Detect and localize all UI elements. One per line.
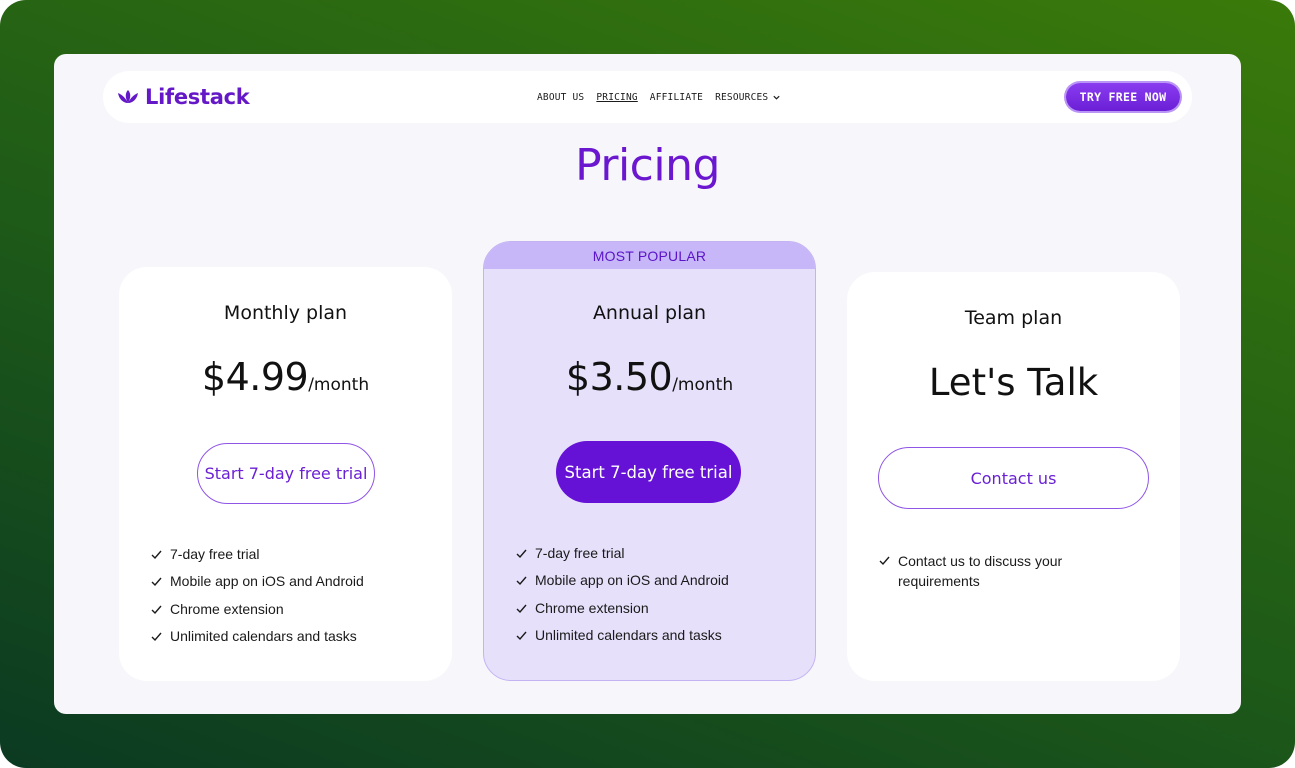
feature-text: Unlimited calendars and tasks (170, 627, 357, 644)
feature-text: Chrome extension (170, 600, 284, 617)
nav-link-resources-label: RESOURCES (715, 91, 769, 103)
feature-list: 7-day free trial Mobile app on iOS and A… (151, 546, 364, 655)
feature-text: Contact us to discuss your requirements (898, 553, 1063, 589)
logo[interactable]: Lifestack (117, 83, 250, 111)
most-popular-badge: MOST POPULAR (484, 242, 815, 269)
plan-card-monthly: Monthly plan $4.99/month Start 7-day fre… (119, 267, 452, 681)
feature-text: Mobile app on iOS and Android (170, 573, 364, 590)
nav-links: ABOUT US PRICING AFFILIATE RESOURCES (537, 89, 781, 105)
contact-us-button[interactable]: Contact us (878, 447, 1149, 509)
list-item: 7-day free trial (151, 546, 364, 573)
list-item: Unlimited calendars and tasks (516, 627, 729, 654)
feature-list: Contact us to discuss your requirements (879, 552, 1099, 591)
price-period: /month (672, 375, 734, 395)
check-icon (879, 556, 890, 566)
check-icon (516, 604, 527, 613)
price-period: /month (308, 375, 370, 395)
list-item: 7-day free trial (516, 545, 729, 572)
start-trial-button[interactable]: Start 7-day free trial (197, 443, 375, 504)
check-icon (151, 577, 162, 587)
feature-text: Mobile app on iOS and Android (535, 572, 729, 589)
check-icon (151, 605, 162, 614)
check-icon (151, 550, 162, 560)
start-trial-button[interactable]: Start 7-day free trial (556, 441, 741, 503)
check-icon (516, 631, 527, 640)
browser-window: Lifestack ABOUT US PRICING AFFILIATE RES… (54, 54, 1241, 714)
list-item: Contact us to discuss your requirements (879, 552, 1099, 591)
plan-price-text: Let's Talk (928, 361, 1099, 404)
brand-name: Lifestack (145, 85, 250, 109)
list-item: Mobile app on iOS and Android (516, 572, 729, 599)
price-amount: $4.99 (201, 355, 309, 399)
feature-text: 7-day free trial (535, 545, 625, 561)
nav-link-pricing[interactable]: PRICING (596, 92, 637, 103)
plan-card-team: Team plan Let's Talk Contact us Contact … (847, 272, 1180, 681)
list-item: Mobile app on iOS and Android (151, 573, 364, 600)
plan-price: $4.99/month (119, 355, 452, 399)
navbar: Lifestack ABOUT US PRICING AFFILIATE RES… (103, 71, 1192, 123)
page-title: Pricing (575, 140, 720, 191)
background-frame: Lifestack ABOUT US PRICING AFFILIATE RES… (0, 0, 1295, 768)
feature-text: Unlimited calendars and tasks (535, 626, 722, 643)
check-icon (151, 632, 162, 641)
plan-name: Annual plan (592, 302, 707, 324)
feature-text: 7-day free trial (170, 546, 260, 562)
check-icon (516, 576, 527, 586)
price-amount: $3.50 (565, 355, 673, 399)
plan-name: Monthly plan (223, 302, 348, 324)
nav-link-resources[interactable]: RESOURCES (715, 92, 781, 103)
feature-text: Chrome extension (535, 599, 649, 616)
plan-name: Team plan (964, 307, 1063, 329)
check-icon (516, 549, 527, 559)
feature-list: 7-day free trial Mobile app on iOS and A… (516, 545, 729, 654)
try-free-now-button[interactable]: TRY FREE NOW (1066, 83, 1180, 111)
nav-link-affiliate[interactable]: AFFILIATE (650, 92, 703, 103)
plan-price: $3.50/month (484, 355, 815, 399)
list-item: Unlimited calendars and tasks (151, 628, 364, 655)
list-item: Chrome extension (516, 600, 729, 627)
lotus-icon (118, 90, 138, 103)
list-item: Chrome extension (151, 601, 364, 628)
nav-link-about-us[interactable]: ABOUT US (537, 92, 584, 103)
plan-card-annual: MOST POPULAR Annual plan $3.50/month Sta… (483, 241, 816, 681)
chevron-down-icon (773, 95, 780, 100)
